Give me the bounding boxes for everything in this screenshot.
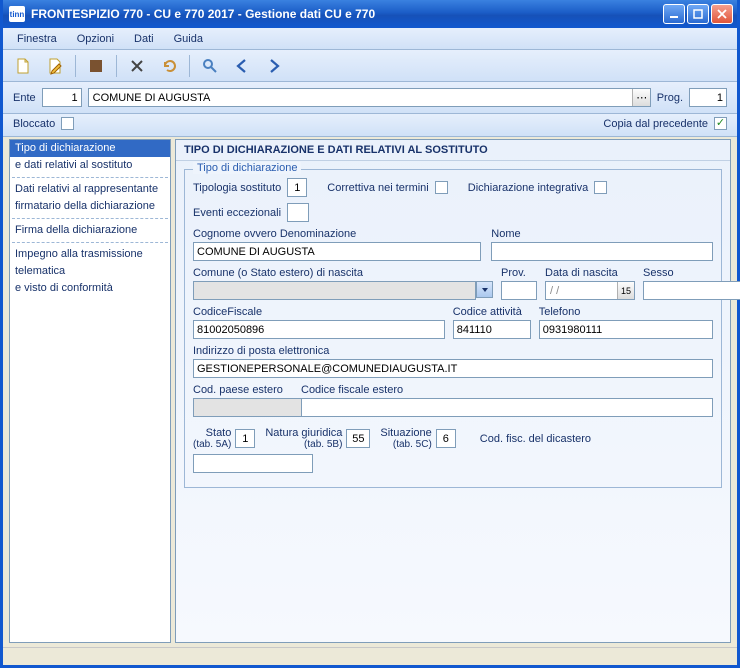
prev-icon[interactable] — [230, 54, 254, 78]
denom-input[interactable] — [193, 242, 481, 261]
cod-fisc-dicastero-label: Cod. fisc. del dicastero — [480, 433, 591, 445]
main-pane: TIPO DI DICHIARAZIONE E DATI RELATIVI AL… — [175, 139, 731, 643]
situazione-input[interactable] — [436, 429, 456, 448]
menu-guida[interactable]: Guida — [166, 31, 211, 47]
toolbar-separator — [116, 55, 117, 77]
undo-icon[interactable] — [157, 54, 181, 78]
data-nascita-label: Data di nascita — [545, 267, 635, 279]
situazione-label: Situazione — [380, 427, 431, 439]
eventi-label: Eventi eccezionali — [193, 207, 281, 219]
cf-estero-label: Codice fiscale estero — [301, 384, 713, 396]
nav-item-impegno-sub[interactable]: telematica — [10, 263, 170, 280]
natura-sublabel: (tab. 5B) — [265, 439, 342, 450]
ente-name-lookup[interactable]: COMUNE DI AUGUSTA ⋯ — [88, 88, 651, 107]
telefono-label: Telefono — [539, 306, 713, 318]
menu-finestra[interactable]: Finestra — [9, 31, 65, 47]
nav-item-firma[interactable]: Firma della dichiarazione — [10, 222, 170, 239]
cf-label: CodiceFiscale — [193, 306, 445, 318]
natura-input[interactable] — [346, 429, 370, 448]
cod-fisc-dicastero-input[interactable] — [193, 454, 313, 473]
calendar-icon[interactable]: 15 — [617, 282, 634, 299]
email-input[interactable] — [193, 359, 713, 378]
nav-item-tipo-dichiarazione[interactable]: Tipo di dichiarazione — [10, 140, 170, 157]
stato-label: Stato — [193, 427, 231, 439]
situazione-sublabel: (tab. 5C) — [380, 439, 431, 450]
nav-separator — [12, 177, 168, 178]
nav-item-tipo-dichiarazione-sub[interactable]: e dati relativi al sostituto — [10, 157, 170, 174]
fieldset-legend: Tipo di dichiarazione — [193, 162, 301, 174]
cod-attivita-label: Codice attività — [453, 306, 531, 318]
cod-attivita-input[interactable] — [453, 320, 531, 339]
stop-icon[interactable] — [84, 54, 108, 78]
cod-paese-estero-label: Cod. paese estero — [193, 384, 291, 396]
nav-item-impegno-sub2[interactable]: e visto di conformità — [10, 280, 170, 297]
bloccato-checkbox[interactable] — [61, 117, 74, 130]
copia-label: Copia dal precedente — [603, 118, 708, 130]
sesso-input[interactable] — [643, 281, 740, 300]
dropdown-icon[interactable] — [476, 281, 493, 298]
denom-label: Cognome ovvero Denominazione — [193, 228, 481, 240]
window-title: FRONTESPIZIO 770 - CU e 770 2017 - Gesti… — [31, 7, 663, 21]
filter-bar: Ente COMUNE DI AUGUSTA ⋯ Prog. — [3, 82, 737, 114]
telefono-input[interactable] — [539, 320, 713, 339]
comune-nascita-label: Comune (o Stato estero) di nascita — [193, 267, 493, 279]
section-title: TIPO DI DICHIARAZIONE E DATI RELATIVI AL… — [176, 140, 730, 161]
prog-input[interactable] — [689, 88, 727, 107]
menu-dati[interactable]: Dati — [126, 31, 162, 47]
menubar: Finestra Opzioni Dati Guida — [3, 28, 737, 50]
sesso-label: Sesso — [643, 267, 713, 279]
next-icon[interactable] — [262, 54, 286, 78]
titlebar: tinn FRONTESPIZIO 770 - CU e 770 2017 - … — [3, 0, 737, 28]
stato-input[interactable] — [235, 429, 255, 448]
natura-label: Natura giuridica — [265, 427, 342, 439]
copia-checkbox[interactable] — [714, 117, 727, 130]
data-nascita-value: / / — [546, 284, 617, 298]
eventi-input[interactable] — [287, 203, 309, 222]
cf-input[interactable] — [193, 320, 445, 339]
minimize-button[interactable] — [663, 4, 685, 24]
ente-label: Ente — [13, 92, 36, 104]
tipologia-input[interactable] — [287, 178, 307, 197]
nav-separator — [12, 242, 168, 243]
ente-name-value: COMUNE DI AUGUSTA — [89, 91, 632, 105]
nav-item-rappresentante[interactable]: Dati relativi al rappresentante — [10, 181, 170, 198]
prov-label: Prov. — [501, 267, 537, 279]
delete-icon[interactable] — [125, 54, 149, 78]
ente-id-input[interactable] — [42, 88, 82, 107]
cf-estero-input[interactable] — [301, 398, 713, 417]
nav-item-impegno[interactable]: Impegno alla trasmissione — [10, 246, 170, 263]
edit-icon[interactable] — [43, 54, 67, 78]
nome-label: Nome — [491, 228, 713, 240]
correttiva-checkbox[interactable] — [435, 181, 448, 194]
bloccato-label: Bloccato — [13, 118, 55, 130]
correttiva-label: Correttiva nei termini — [327, 182, 428, 194]
stato-sublabel: (tab. 5A) — [193, 439, 231, 450]
app-icon: tinn — [9, 6, 25, 22]
data-nascita-datebox[interactable]: / / 15 — [545, 281, 635, 300]
prog-label: Prog. — [657, 92, 683, 104]
nav-item-rappresentante-sub[interactable]: firmatario della dichiarazione — [10, 198, 170, 215]
toolbar — [3, 50, 737, 82]
integrativa-checkbox[interactable] — [594, 181, 607, 194]
menu-opzioni[interactable]: Opzioni — [69, 31, 122, 47]
tipologia-label: Tipologia sostituto — [193, 182, 281, 194]
lock-bar: Bloccato Copia dal precedente — [3, 114, 737, 137]
close-button[interactable] — [711, 4, 733, 24]
nome-input[interactable] — [491, 242, 713, 261]
status-bar — [3, 647, 737, 665]
toolbar-separator — [75, 55, 76, 77]
comune-nascita-input[interactable] — [193, 281, 476, 300]
integrativa-label: Dichiarazione integrativa — [468, 182, 588, 194]
search-icon[interactable] — [198, 54, 222, 78]
prov-input[interactable] — [501, 281, 537, 300]
toolbar-separator — [189, 55, 190, 77]
maximize-button[interactable] — [687, 4, 709, 24]
fieldset-tipo-dichiarazione: Tipo di dichiarazione Tipologia sostitut… — [184, 169, 722, 488]
email-label: Indirizzo di posta elettronica — [193, 345, 713, 357]
nav-separator — [12, 218, 168, 219]
nav-list: Tipo di dichiarazione e dati relativi al… — [9, 139, 171, 643]
new-icon[interactable] — [11, 54, 35, 78]
lookup-button-icon[interactable]: ⋯ — [632, 89, 650, 106]
